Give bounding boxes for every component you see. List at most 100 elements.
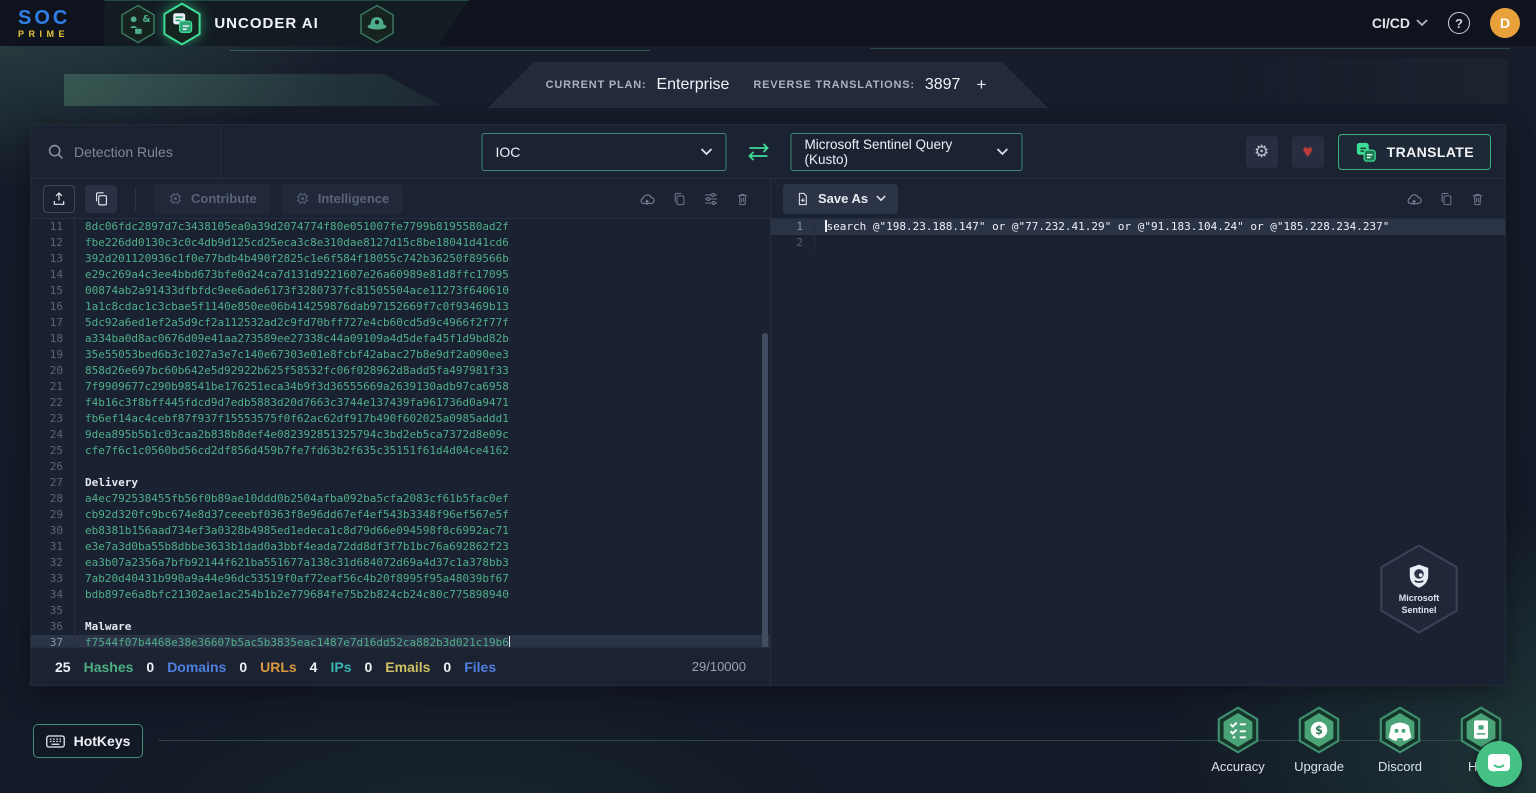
copy-all-button[interactable] xyxy=(85,184,117,213)
output-editor-actions xyxy=(1405,191,1493,207)
line-number: 22 xyxy=(31,395,75,411)
copy-icon xyxy=(1441,192,1452,205)
count-value: 0 xyxy=(146,658,155,675)
discord-icon xyxy=(1379,706,1421,754)
code-line[interactable]: 14 e29c269a4c3ee4bbd673bfe0d24ca7d131d922… xyxy=(31,267,770,283)
code-line[interactable]: 36 Malware xyxy=(31,619,770,635)
nav-app-switcher: & UNCODER AI xyxy=(104,0,468,46)
code-line[interactable]: 12 fbe226dd0130c3c0c4db9d125cd25eca3c8e31… xyxy=(31,235,770,251)
code-line[interactable]: 23 fb6ef14ac4cebf87f937f15553575f0f62ac62… xyxy=(31,411,770,427)
code-line[interactable]: 2 xyxy=(771,235,1505,251)
svg-text:&: & xyxy=(143,14,151,25)
filters-button[interactable] xyxy=(703,191,719,207)
cicd-dropdown[interactable]: CI/CD xyxy=(1372,15,1428,31)
upgrade-label: Upgrade xyxy=(1294,759,1344,774)
upload-button[interactable] xyxy=(43,184,75,213)
cloud-upload-button[interactable] xyxy=(1405,191,1423,207)
code-line[interactable]: 1 search @"198.23.188.147" or @"77.232.41… xyxy=(771,219,1505,235)
soc-prime-logo[interactable]: SOC PRIME xyxy=(18,8,70,39)
code-line[interactable]: 30 eb8381b156aad734ef3a0328b4985ed1edeca1… xyxy=(31,523,770,539)
copy-button[interactable] xyxy=(1439,191,1454,207)
logo-soc-text: SOC xyxy=(18,6,71,29)
user-avatar[interactable]: D xyxy=(1490,8,1520,38)
accuracy-badge[interactable]: Accuracy xyxy=(1209,706,1267,774)
count-label-urls[interactable]: URLs xyxy=(260,659,297,675)
detection-rules-search[interactable]: Detection Rules xyxy=(31,125,221,178)
count-label-files[interactable]: Files xyxy=(464,659,496,675)
code-line[interactable]: 26 xyxy=(31,459,770,475)
count-label-emails[interactable]: Emails xyxy=(385,659,430,675)
source-format-select[interactable]: IOC xyxy=(481,132,727,171)
editor-toolbars: Contribute Intelligence Save As xyxy=(31,179,1505,219)
contribute-button[interactable]: Contribute xyxy=(154,183,271,214)
clear-button[interactable] xyxy=(735,191,750,207)
code-line[interactable]: 37 f7544f07b4468e38e36607b5ac5b3835eac148… xyxy=(31,635,770,647)
code-line[interactable]: 33 7ab20d40431b990a9a44e96dc53519f0af72ea… xyxy=(31,571,770,587)
hotkeys-label: HotKeys xyxy=(73,733,131,749)
code-line[interactable]: 15 00874ab2a91433dfbfdc9ee6ade6173f328073… xyxy=(31,283,770,299)
uncoder-ai-nav-button[interactable] xyxy=(160,4,204,44)
text-cursor xyxy=(508,636,511,647)
current-plan-value: Enterprise xyxy=(656,76,730,93)
code-line[interactable]: 21 7f9909677c290b98541be176251eca34b9f3d3… xyxy=(31,379,770,395)
settings-button[interactable]: ⚙ xyxy=(1245,135,1278,168)
upgrade-badge[interactable]: $ Upgrade xyxy=(1290,706,1348,774)
code-line[interactable]: 13 392d201120936c1f0e77bdb4b490f2825c1e6f… xyxy=(31,251,770,267)
attack-detective-icon: & xyxy=(119,4,157,44)
translate-button[interactable]: TRANSLATE xyxy=(1337,133,1491,170)
intelligence-button[interactable]: Intelligence xyxy=(280,183,404,214)
line-number: 34 xyxy=(31,587,75,603)
count-label-hashes[interactable]: Hashes xyxy=(84,659,134,675)
code-line[interactable]: 22 f4b16c3f8bff445fdcd9d7edb5883d20d7663c… xyxy=(31,395,770,411)
line-number: 1 xyxy=(771,219,815,235)
code-line[interactable]: 31 e3e7a3d0ba55b8dbbe3633b1dad0a3bbf4eada… xyxy=(31,539,770,555)
decorative-line xyxy=(230,50,650,51)
favorite-button[interactable]: ♥ xyxy=(1291,135,1324,168)
line-number: 27 xyxy=(31,475,75,491)
code-line[interactable]: 34 bdb897e6a8bfc21302ae1ac254b1b2e779684f… xyxy=(31,587,770,603)
code-line[interactable]: 11 8dc06fdc2897d7c3438105ea0a39d2074774f8… xyxy=(31,219,770,235)
line-number: 24 xyxy=(31,427,75,443)
threat-hunting-nav-button[interactable] xyxy=(355,4,399,44)
code-text: 392d201120936c1f0e77bdb4b490f2825c1e6f58… xyxy=(85,252,509,265)
code-line[interactable]: 17 5dc92a6ed1ef2a5d9cf2a112532ad2c9fd70bf… xyxy=(31,315,770,331)
chat-icon xyxy=(1488,754,1510,772)
code-line[interactable]: 27 Delivery xyxy=(31,475,770,491)
code-line[interactable]: 16 1a1c8cdac1c3cbae5f1140e850ee06b4142598… xyxy=(31,299,770,315)
code-line[interactable]: 29 cb92d320fc9bc674e8d37ceeebf0363f8e96dd… xyxy=(31,507,770,523)
source-code-editor[interactable]: 11 8dc06fdc2897d7c3438105ea0a39d2074774f8… xyxy=(31,219,770,647)
target-format-select[interactable]: Microsoft Sentinel Query (Kusto) xyxy=(790,132,1023,171)
source-editor-pane: 11 8dc06fdc2897d7c3438105ea0a39d2074774f8… xyxy=(31,219,771,685)
cloud-upload-button[interactable] xyxy=(638,191,656,207)
toolbar-right-group: ⚙ ♥ TRANSLATE xyxy=(1245,133,1505,170)
code-line[interactable]: 28 a4ec792538455fb56f0b89ae10ddd0b2504afb… xyxy=(31,491,770,507)
decorative-trapezoid xyxy=(64,74,442,106)
help-button[interactable]: ? xyxy=(1448,12,1470,34)
chevron-down-icon xyxy=(700,147,713,155)
count-label-ips[interactable]: IPs xyxy=(330,659,351,675)
code-line[interactable]: 19 35e55053bed6b3c1027a3e7c140e67303e01e8… xyxy=(31,347,770,363)
app-title: UNCODER AI xyxy=(214,15,319,32)
add-translations-button[interactable]: + xyxy=(972,75,990,95)
code-line[interactable]: 24 9dea895b5b1c03caa2b838b8def4e082392851… xyxy=(31,427,770,443)
line-number: 32 xyxy=(31,555,75,571)
trash-icon xyxy=(737,193,748,205)
vertical-scrollbar[interactable] xyxy=(762,333,768,647)
code-line[interactable]: 35 xyxy=(31,603,770,619)
copy-button[interactable] xyxy=(672,191,687,207)
line-number: 15 xyxy=(31,283,75,299)
code-line[interactable]: 32 ea3b07a2356a7bfb92144f621ba551677a138c… xyxy=(31,555,770,571)
code-text: 8dc06fdc2897d7c3438105ea0a39d2074774f80e… xyxy=(85,220,509,233)
swap-direction-icon[interactable] xyxy=(745,141,773,163)
clear-button[interactable] xyxy=(1470,191,1485,207)
code-line[interactable]: 18 a334ba0d8ac0676d09e41aa273589ee27338c4… xyxy=(31,331,770,347)
discord-badge[interactable]: Discord xyxy=(1371,706,1429,774)
chat-widget-button[interactable] xyxy=(1476,741,1522,787)
code-line[interactable]: 20 858d26e697bc60b642e5d92922b625f58532fc… xyxy=(31,363,770,379)
attack-detective-nav-button[interactable]: & xyxy=(116,4,160,44)
save-as-button[interactable]: Save As xyxy=(783,183,899,214)
code-line[interactable]: 25 cfe7f6c1c0560bd56cd2df856d459b7fe7fd63… xyxy=(31,443,770,459)
hotkeys-button[interactable]: HotKeys xyxy=(33,724,143,758)
count-label-domains[interactable]: Domains xyxy=(167,659,226,675)
uncoder-ai-icon xyxy=(161,2,203,46)
